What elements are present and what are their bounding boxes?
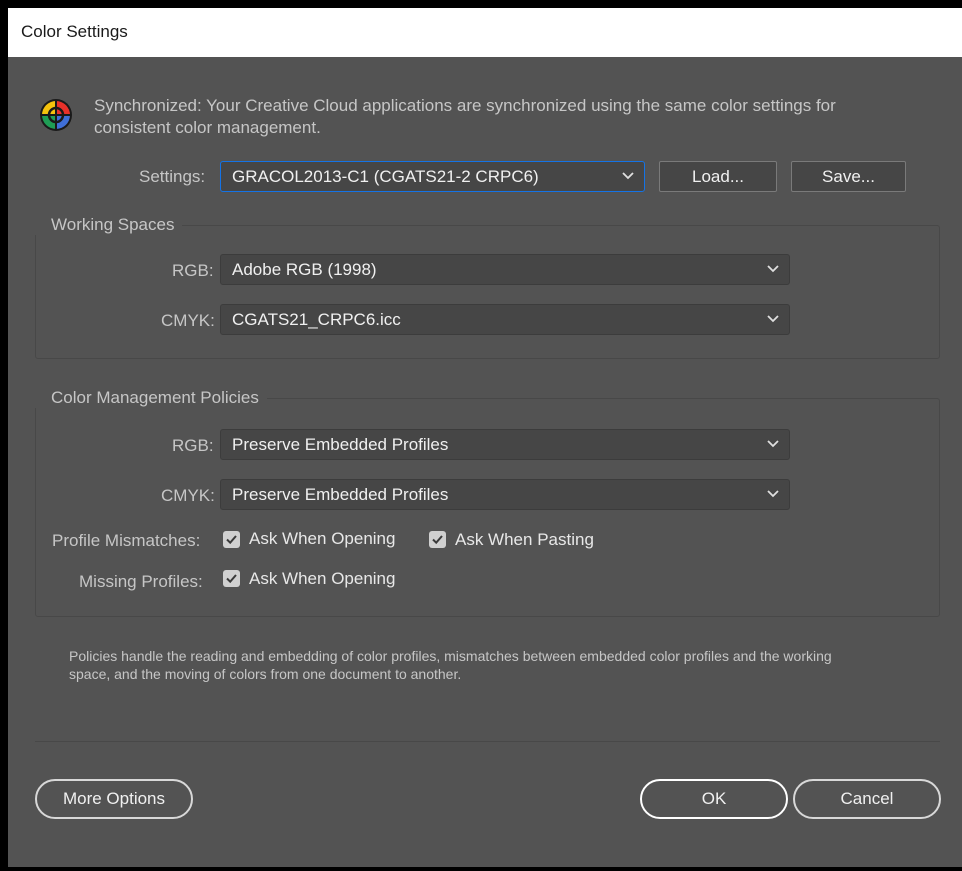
chevron-down-icon bbox=[767, 315, 779, 323]
working-spaces-group bbox=[35, 225, 940, 359]
ws-rgb-label: RGB: bbox=[172, 261, 214, 280]
footer-divider bbox=[35, 741, 940, 742]
ws-cmyk-dropdown[interactable]: CGATS21_CRPC6.icc bbox=[220, 304, 790, 335]
sync-status-text: Synchronized: Your Creative Cloud applic… bbox=[94, 96, 836, 115]
load-button[interactable]: Load... bbox=[659, 161, 777, 192]
ws-cmyk-label: CMYK: bbox=[161, 311, 215, 330]
working-spaces-title: Working Spaces bbox=[35, 215, 183, 235]
chevron-down-icon bbox=[767, 490, 779, 498]
settings-dropdown[interactable]: GRACOL2013-C1 (CGATS21-2 CRPC6) bbox=[220, 161, 645, 192]
policy-rgb-value: Preserve Embedded Profiles bbox=[232, 435, 449, 454]
policy-cmyk-label: CMYK: bbox=[161, 486, 215, 505]
cancel-button[interactable]: Cancel bbox=[793, 779, 941, 819]
mismatch-ask-pasting-checkbox[interactable] bbox=[429, 531, 446, 548]
checkmark-icon bbox=[432, 535, 443, 545]
checkmark-icon bbox=[226, 535, 237, 545]
mismatch-ask-pasting-label[interactable]: Ask When Pasting bbox=[455, 530, 594, 550]
checkmark-icon bbox=[226, 574, 237, 584]
sync-status-text-2: consistent color management. bbox=[94, 118, 321, 137]
more-options-button[interactable]: More Options bbox=[35, 779, 193, 819]
policy-rgb-dropdown[interactable]: Preserve Embedded Profiles bbox=[220, 429, 790, 460]
sync-color-wheel-icon bbox=[40, 99, 72, 131]
description-text: Policies handle the reading and embeddin… bbox=[69, 648, 832, 664]
mismatch-ask-opening-checkbox[interactable] bbox=[223, 531, 240, 548]
settings-label: Settings: bbox=[139, 167, 206, 186]
chevron-down-icon bbox=[767, 440, 779, 448]
mismatch-ask-opening-label[interactable]: Ask When Opening bbox=[249, 529, 395, 549]
profile-mismatches-label: Profile Mismatches: bbox=[52, 531, 201, 550]
policy-cmyk-dropdown[interactable]: Preserve Embedded Profiles bbox=[220, 479, 790, 510]
missing-ask-opening-label[interactable]: Ask When Opening bbox=[249, 569, 395, 589]
missing-profiles-label: Missing Profiles: bbox=[79, 572, 203, 591]
ok-button[interactable]: OK bbox=[640, 779, 788, 819]
ws-rgb-dropdown[interactable]: Adobe RGB (1998) bbox=[220, 254, 790, 285]
save-button[interactable]: Save... bbox=[791, 161, 906, 192]
color-settings-dialog: Synchronized: Your Creative Cloud applic… bbox=[8, 57, 962, 867]
window-title: Color Settings bbox=[21, 22, 128, 41]
description-text-2: space, and the moving of colors from one… bbox=[69, 666, 462, 682]
ws-cmyk-value: CGATS21_CRPC6.icc bbox=[232, 310, 401, 329]
missing-ask-opening-checkbox[interactable] bbox=[223, 570, 240, 587]
settings-value: GRACOL2013-C1 (CGATS21-2 CRPC6) bbox=[232, 167, 539, 186]
policy-rgb-label: RGB: bbox=[172, 436, 214, 455]
title-bar: Color Settings bbox=[8, 8, 962, 57]
chevron-down-icon bbox=[767, 265, 779, 273]
chevron-down-icon bbox=[622, 172, 634, 180]
policy-cmyk-value: Preserve Embedded Profiles bbox=[232, 485, 449, 504]
color-policies-title: Color Management Policies bbox=[35, 388, 267, 408]
ws-rgb-value: Adobe RGB (1998) bbox=[232, 260, 377, 279]
